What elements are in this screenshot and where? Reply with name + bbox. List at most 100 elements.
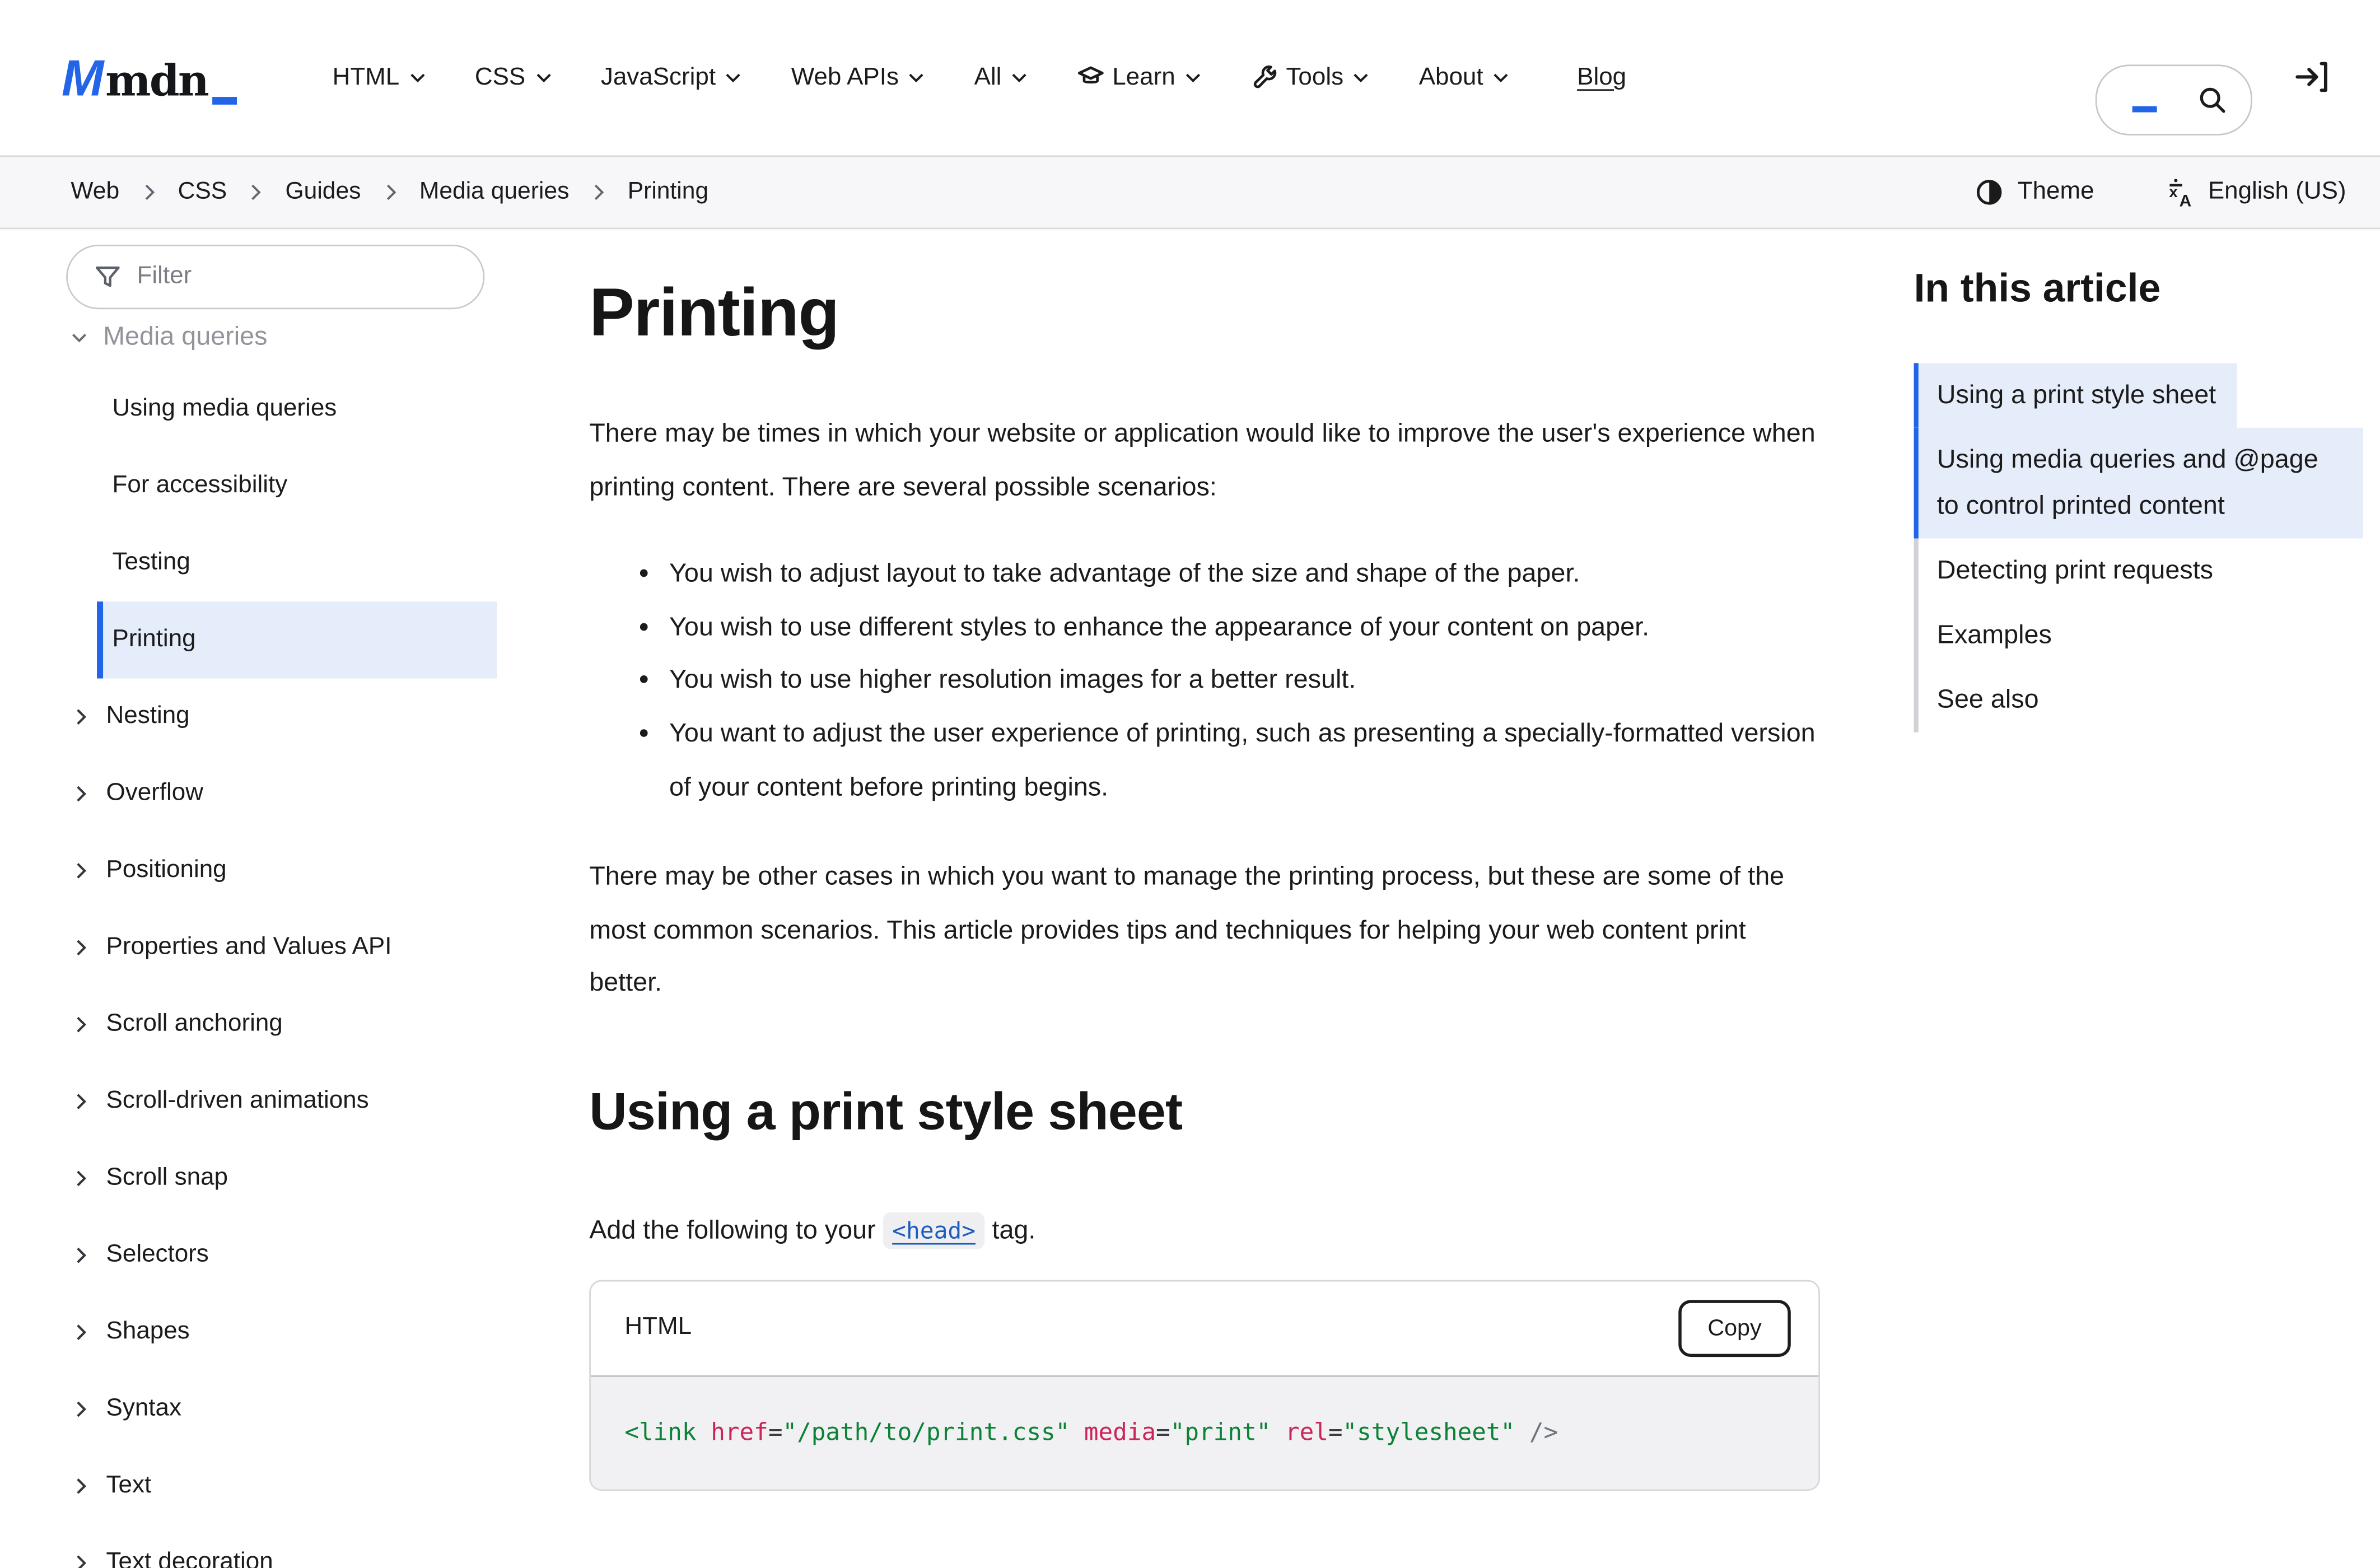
chevron-down-icon [533,68,553,88]
chevron-down-icon [69,327,90,347]
filter-icon [94,263,122,291]
top-header: Mmdn HTML CSS JavaScript Web APIs All Le… [0,0,2380,155]
code-token: "stylesheet" [1343,1418,1515,1445]
chevron-right-icon [72,1093,91,1111]
search-input[interactable] [2096,64,2252,135]
toc-list: Using a print style sheet Using media qu… [1914,363,2363,732]
toc-item-see-also[interactable]: See also [1914,668,2060,732]
code-block: HTML Copy <link href="/path/to/print.css… [589,1279,1820,1490]
language-switcher[interactable]: xA English (US) [2165,177,2346,208]
chevron-down-icon [407,68,427,88]
wrench-icon [1250,64,1278,91]
sidebar-item-nesting[interactable]: Nesting [0,679,554,755]
sidebar-item-using-media-queries[interactable]: Using media queries [0,371,554,447]
page-title: Printing [589,274,1820,354]
sidebar-item-selectors[interactable]: Selectors [0,1217,554,1294]
breadcrumb-css[interactable]: CSS [178,179,227,206]
breadcrumb-bar: Web CSS Guides Media queries Printing Th… [0,155,2380,229]
chevron-right-icon [381,183,399,202]
chevron-down-icon [1009,68,1029,88]
sidebar-item-scroll-anchoring[interactable]: Scroll anchoring [0,986,554,1063]
sidebar-item-scroll-driven-animations[interactable]: Scroll-driven animations [0,1063,554,1140]
mdn-page: Mmdn HTML CSS JavaScript Web APIs All Le… [0,0,2380,1568]
translate-icon: xA [2165,177,2196,208]
code-token: media [1084,1418,1156,1445]
nav-item-learn[interactable]: Learn [1077,64,1203,91]
breadcrumb-printing[interactable]: Printing [628,179,708,206]
list-item: You wish to use different styles to enha… [666,601,1820,655]
chevron-right-icon [72,1246,91,1264]
toc-panel: In this article Using a print style shee… [1914,229,2363,732]
nav-item-web-apis[interactable]: Web APIs [791,64,927,91]
code-token: "/path/to/print.css" [782,1418,1070,1445]
chevron-down-icon [1183,68,1203,88]
sidebar-item-positioning[interactable]: Positioning [0,832,554,909]
code-content[interactable]: <link href="/path/to/print.css" media="p… [591,1376,1818,1489]
nav-item-about[interactable]: About [1419,64,1511,91]
chevron-down-icon [724,68,744,88]
head-tag-link[interactable]: <head> [883,1212,985,1249]
toc-title: In this article [1914,265,2363,312]
nav-item-javascript[interactable]: JavaScript [601,64,744,91]
sidebar-item-printing-active[interactable]: Printing [97,601,497,678]
theme-icon [1975,177,2005,208]
code-token: rel [1285,1418,1328,1445]
code-language-label: HTML [624,1314,692,1341]
nav-item-css[interactable]: CSS [475,64,553,91]
code-token: "print" [1170,1418,1271,1445]
list-item: You want to adjust the user experience o… [666,708,1820,814]
sidebar-item-syntax[interactable]: Syntax [0,1371,554,1448]
sidebar-section-media-queries[interactable]: Media queries [69,321,268,352]
list-item: You wish to adjust layout to take advant… [666,548,1820,601]
content-area: Filter Media queries Using media queries… [0,229,2380,1568]
breadcrumb-media-queries[interactable]: Media queries [419,179,569,206]
sidebar-item-text[interactable]: Text [0,1448,554,1524]
breadcrumb-web[interactable]: Web [71,179,119,206]
chevron-right-icon [72,785,91,803]
mdn-logo[interactable]: Mmdn [62,49,237,107]
sidebar-item-shapes[interactable]: Shapes [0,1294,554,1370]
sign-in-icon[interactable] [2292,57,2332,97]
sidebar-item-overflow[interactable]: Overflow [0,755,554,832]
main-nav: HTML CSS JavaScript Web APIs All Learn T… [333,64,1627,91]
chevron-right-icon [72,1169,91,1188]
chevron-right-icon [247,183,265,202]
mdn-logo-m: M [62,49,101,107]
theme-switcher[interactable]: Theme [1975,177,2094,208]
toc-item-using-media-queries-and-page[interactable]: Using media queries and @page to control… [1914,428,2363,539]
sidebar-item-testing[interactable]: Testing [0,525,554,601]
nav-item-html[interactable]: HTML [333,64,427,91]
nav-item-tools[interactable]: Tools [1250,64,1371,91]
search-cursor-underscore [2132,106,2157,113]
sidebar-filter-input[interactable]: Filter [66,245,484,309]
chevron-right-icon [72,1477,91,1495]
chevron-down-icon [1351,68,1371,88]
chevron-right-icon [72,1400,91,1418]
chevron-right-icon [139,183,158,202]
copy-button[interactable]: Copy [1678,1299,1791,1356]
toc-item-using-a-print-style-sheet[interactable]: Using a print style sheet [1914,363,2238,427]
svg-text:A: A [2180,192,2192,207]
sidebar-item-text-decoration[interactable]: Text decoration [0,1525,554,1568]
chevron-right-icon [72,1015,91,1034]
search-icon[interactable] [2197,85,2228,115]
sidebar-item-for-accessibility[interactable]: For accessibility [0,447,554,524]
code-token: href [711,1418,768,1445]
toc-item-examples[interactable]: Examples [1914,603,2074,668]
chevron-right-icon [72,861,91,880]
sidebar-item-properties-values-api[interactable]: Properties and Values API [0,909,554,986]
chevron-right-icon [589,183,608,202]
mdn-logo-underscore [212,97,237,104]
code-token: <link [624,1418,696,1445]
sidebar-item-scroll-snap[interactable]: Scroll snap [0,1140,554,1217]
toc-item-detecting-print-requests[interactable]: Detecting print requests [1914,539,2235,603]
body-paragraph: There may be other cases in which you wa… [589,851,1820,1011]
nav-item-blog[interactable]: Blog [1577,64,1626,91]
breadcrumb-guides[interactable]: Guides [286,179,361,206]
breadcrumb: Web CSS Guides Media queries Printing [71,179,708,206]
nav-item-all[interactable]: All [974,64,1029,91]
graduation-cap-icon [1077,64,1104,91]
section-heading: Using a print style sheet [589,1079,1820,1146]
mdn-logo-text: mdn [105,55,208,106]
instruction-paragraph: Add the following to your <head> tag. [589,1205,1820,1258]
